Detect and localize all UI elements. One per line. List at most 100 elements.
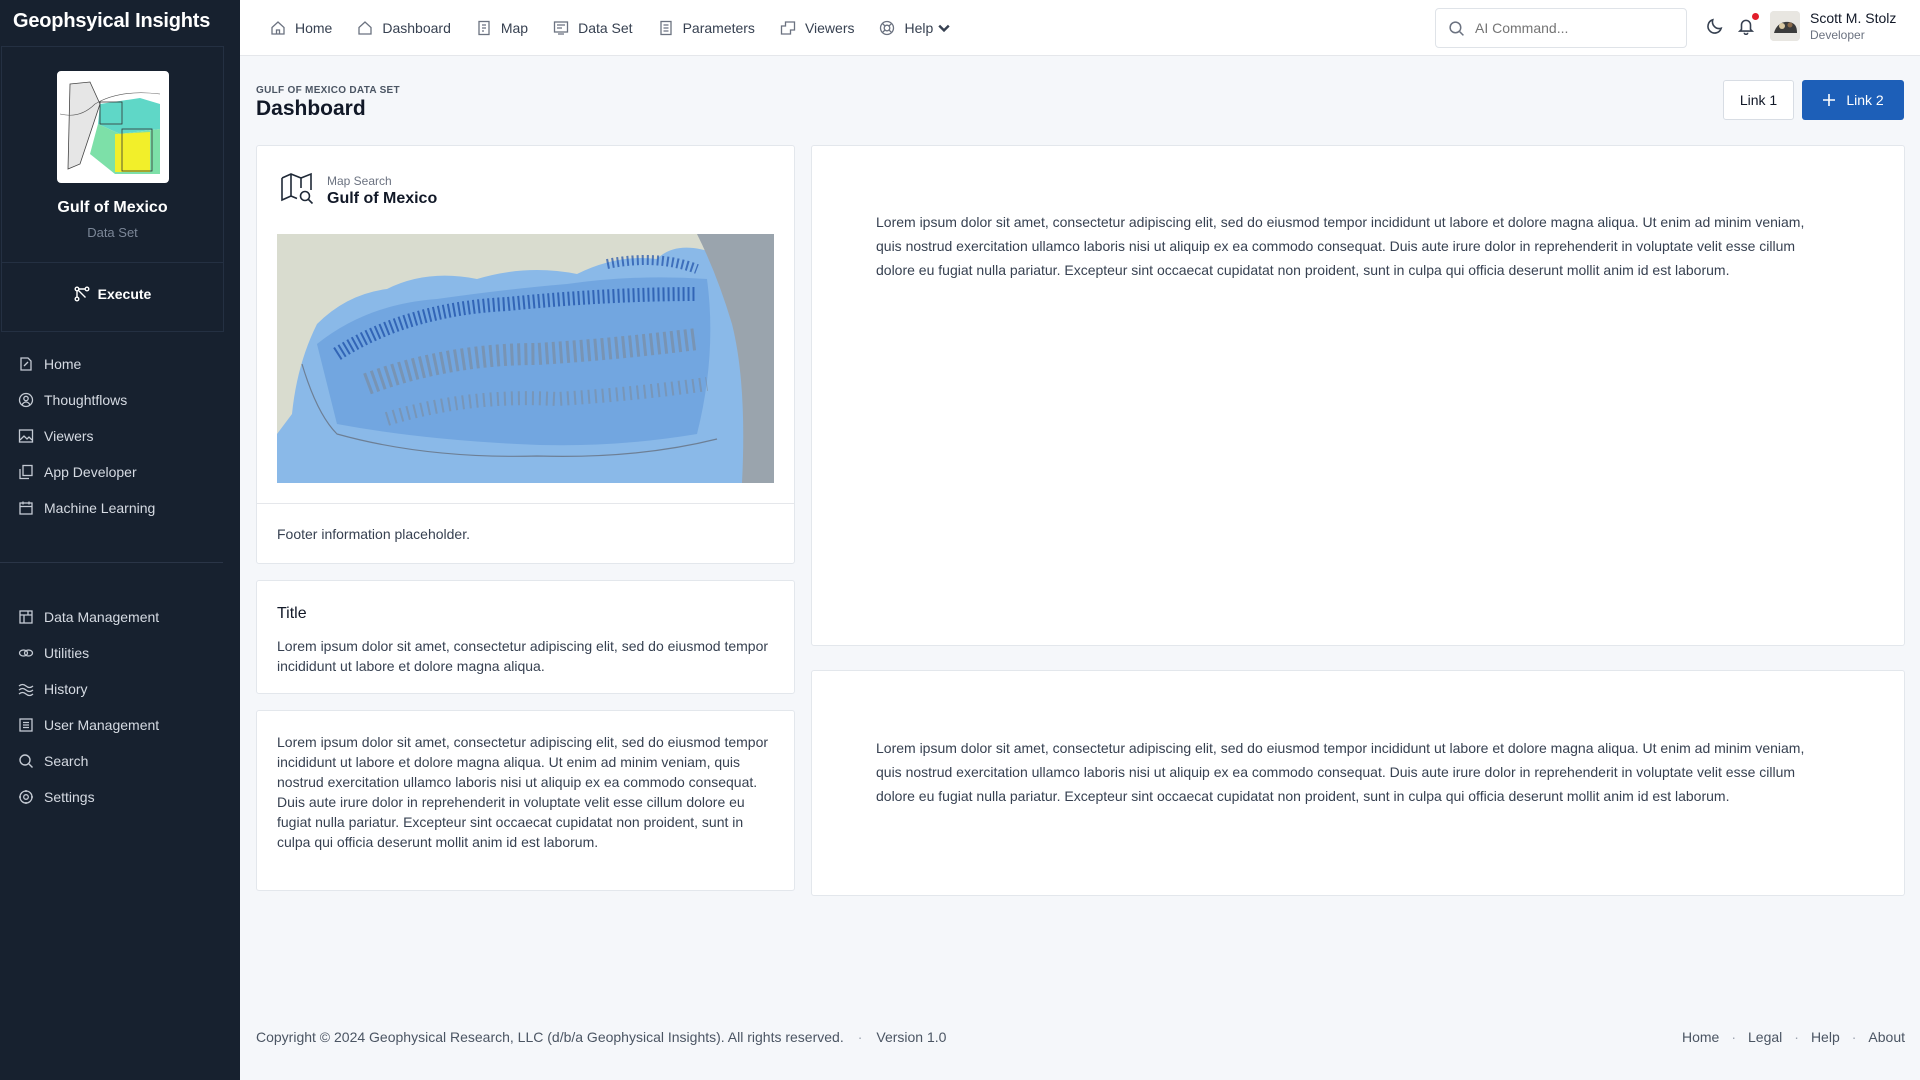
copyright-text: Copyright © 2024 Geophysical Research, L…	[256, 1029, 844, 1045]
link-2-label: Link 2	[1846, 92, 1884, 108]
text-card-body: Lorem ipsum dolor sit amet, consectetur …	[277, 734, 769, 850]
user-role: Developer	[1810, 28, 1865, 42]
gulf-map-image[interactable]	[277, 234, 774, 483]
execute-icon	[74, 286, 90, 302]
sidebar-item-history[interactable]: History	[0, 671, 240, 707]
sidebar-item-label: Search	[44, 753, 89, 769]
top-nav-help[interactable]: Help	[879, 20, 952, 36]
sidebar-item-label: History	[44, 681, 88, 697]
link-icon	[18, 649, 34, 657]
separator: ·	[1851, 1029, 1857, 1045]
map-card-title: Gulf of Mexico	[327, 190, 438, 207]
footer-link-about[interactable]: About	[1868, 1029, 1905, 1045]
top-nav: Home Dashboard Map Data Set Parameters V…	[270, 0, 952, 56]
footer-link-home[interactable]: Home	[1682, 1029, 1719, 1045]
sidebar-item-label: Data Management	[44, 609, 160, 625]
sidebar-item-label: Home	[44, 356, 82, 372]
title-card-body: Lorem ipsum dolor sit amet, consectetur …	[277, 638, 769, 674]
map-doc-icon	[478, 20, 490, 36]
dataset-title: Gulf of Mexico	[57, 199, 168, 216]
footer-copyright: Copyright © 2024 Geophysical Research, L…	[256, 1029, 946, 1045]
sidebar-item-search[interactable]: Search	[0, 743, 240, 779]
top-nav-dashboard[interactable]: Dashboard	[357, 20, 451, 36]
link-1-button[interactable]: Link 1	[1723, 80, 1794, 120]
sidebar-item-app-developer[interactable]: App Developer	[0, 454, 240, 490]
map-card-footer: Footer information placeholder.	[257, 503, 794, 564]
sidebar-divider	[0, 562, 223, 563]
calendar-icon	[19, 501, 33, 515]
chevron-down-icon	[938, 24, 950, 33]
waves-icon	[18, 683, 34, 697]
dataset-subtitle: Data Set	[87, 225, 138, 240]
top-nav-label: Data Set	[578, 20, 633, 36]
footer-link-legal[interactable]: Legal	[1748, 1029, 1782, 1045]
bell-icon	[1737, 19, 1755, 36]
link-1-label: Link 1	[1739, 92, 1778, 108]
ai-command-input[interactable]	[1475, 20, 1675, 36]
top-nav-viewers[interactable]: Viewers	[780, 20, 855, 36]
notifications-button[interactable]	[1737, 13, 1759, 39]
dataset-card: Gulf of Mexico Data Set Execute	[1, 46, 224, 332]
top-nav-label: Home	[295, 20, 333, 36]
execute-button[interactable]: Execute	[2, 263, 223, 325]
sidebar-item-machine-learning[interactable]: Machine Learning	[0, 490, 240, 526]
footer-links: Home · Legal · Help · About	[1682, 1029, 1905, 1045]
content-card-small: Lorem ipsum dolor sit amet, consectetur …	[811, 670, 1905, 896]
version-text: Version 1.0	[876, 1029, 947, 1045]
sidebar-item-label: Utilities	[44, 645, 90, 661]
top-nav-data-set[interactable]: Data Set	[553, 20, 633, 36]
sidebar-item-label: Viewers	[44, 428, 94, 444]
viewer-icon	[780, 21, 796, 35]
breadcrumb: GULF OF MEXICO DATA SET	[256, 85, 400, 96]
home-doc-icon	[20, 357, 32, 371]
brand-title[interactable]: Geophsyical Insights	[0, 0, 240, 44]
plus-icon	[1823, 94, 1836, 106]
image-icon	[18, 429, 34, 443]
ai-command-search[interactable]	[1435, 8, 1687, 48]
sidebar-item-thoughtflows[interactable]: Thoughtflows	[0, 382, 240, 418]
link-2-button[interactable]: Link 2	[1802, 80, 1904, 120]
separator: ·	[1794, 1029, 1799, 1045]
sliders-icon	[659, 20, 672, 36]
moon-icon	[1707, 18, 1723, 34]
dataset-thumbnail[interactable]	[56, 71, 169, 183]
search-icon	[1449, 20, 1464, 36]
title-card: Title Lorem ipsum dolor sit amet, consec…	[256, 580, 795, 694]
map-search-card: Map Search Gulf of Mexico Footer informa…	[256, 145, 795, 564]
sidebar: Geophsyical Insights Gulf of Mexico Data…	[0, 0, 240, 1080]
sidebar-item-settings[interactable]: Settings	[0, 779, 240, 815]
notification-badge	[1752, 13, 1759, 20]
top-nav-home[interactable]: Home	[270, 20, 332, 36]
sidebar-nav-primary: Home Thoughtflows Viewers App Developer …	[0, 332, 240, 526]
user-menu[interactable]: Scott M. Stolz Developer	[1770, 10, 1896, 42]
home-icon	[271, 21, 285, 35]
top-nav-parameters[interactable]: Parameters	[658, 20, 755, 36]
sidebar-item-viewers[interactable]: Viewers	[0, 418, 240, 454]
sidebar-item-home[interactable]: Home	[0, 346, 240, 382]
footer-link-help[interactable]: Help	[1811, 1029, 1840, 1045]
lifebuoy-icon	[880, 20, 895, 36]
top-bar: Home Dashboard Map Data Set Parameters V…	[240, 0, 1920, 56]
top-nav-label: Dashboard	[382, 20, 451, 36]
sidebar-item-utilities[interactable]: Utilities	[0, 635, 240, 671]
sidebar-item-data-management[interactable]: Data Management	[0, 599, 240, 635]
house-icon	[358, 21, 373, 35]
map-card-kicker: Map Search	[327, 174, 392, 188]
user-name: Scott M. Stolz	[1810, 10, 1897, 26]
sidebar-item-user-management[interactable]: User Management	[0, 707, 240, 743]
sidebar-item-label: App Developer	[44, 464, 137, 480]
copy-icon	[19, 464, 33, 480]
execute-label: Execute	[97, 286, 152, 302]
title-card-heading: Title	[277, 605, 307, 622]
top-nav-label: Help	[904, 20, 934, 36]
sidebar-nav-secondary: Data Management Utilities History User M…	[0, 599, 240, 815]
top-nav-label: Viewers	[804, 20, 855, 36]
top-nav-label: Parameters	[682, 20, 755, 36]
content-card-large: Lorem ipsum dolor sit amet, consectetur …	[811, 145, 1905, 646]
sidebar-item-label: Settings	[44, 789, 95, 805]
top-nav-label: Map	[500, 20, 529, 36]
grid-icon	[19, 610, 33, 624]
top-nav-map[interactable]: Map	[476, 20, 528, 36]
dark-mode-toggle[interactable]	[1706, 17, 1728, 39]
search-icon	[19, 754, 33, 768]
